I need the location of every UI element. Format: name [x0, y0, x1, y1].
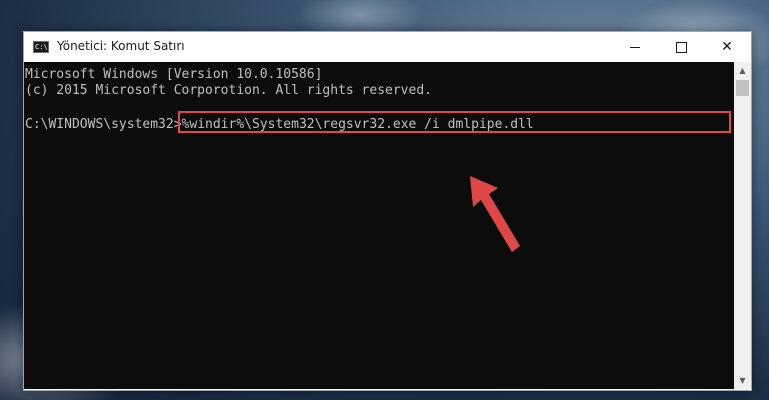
scroll-thumb[interactable]	[736, 80, 749, 96]
maximize-button[interactable]	[658, 32, 704, 62]
pointer-arrow-icon	[470, 176, 520, 252]
window-title: Yönetici: Komut Satırı	[57, 39, 185, 53]
console-line-version: Microsoft Windows [Version 10.0.10586]	[25, 67, 323, 82]
maximize-icon	[675, 41, 687, 53]
console-line-copyright: (c) 2015 Microsoft Corporotion. All righ…	[25, 83, 432, 98]
title-bar[interactable]: C:\ Yönetici: Komut Satırı ✕	[24, 32, 751, 62]
console-prompt: C:\WINDOWS\system32>	[25, 117, 182, 132]
command-prompt-window[interactable]: C:\ Yönetici: Komut Satırı ✕ Microsoft W…	[23, 31, 752, 391]
vertical-scrollbar[interactable]: ▲ ▼	[734, 62, 751, 389]
scroll-down-icon: ▼	[739, 376, 746, 385]
scroll-up-icon: ▲	[739, 66, 746, 75]
command-prompt-icon[interactable]: C:\	[33, 41, 49, 53]
command-highlight-box	[178, 111, 731, 133]
close-icon: ✕	[721, 39, 733, 55]
scroll-up-button[interactable]: ▲	[734, 62, 751, 79]
minimize-icon	[630, 46, 640, 48]
scroll-down-button[interactable]: ▼	[734, 372, 751, 389]
console-output[interactable]: Microsoft Windows [Version 10.0.10586] (…	[24, 62, 734, 389]
close-button[interactable]: ✕	[704, 32, 750, 62]
minimize-button[interactable]	[612, 32, 658, 62]
